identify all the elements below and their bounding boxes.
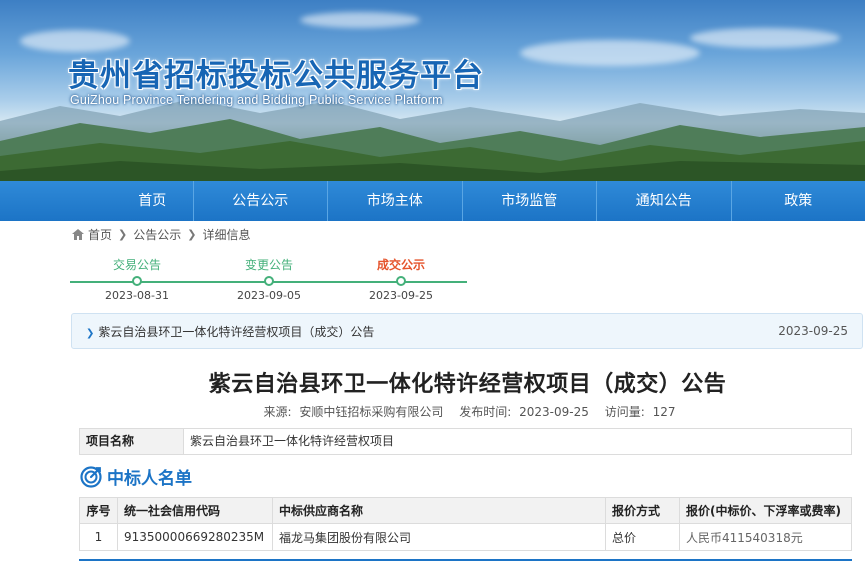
timeline-step-date: 2023-09-05 — [237, 289, 301, 302]
breadcrumb: 首页 ❯ 公告公示 ❯ 详细信息 — [72, 226, 250, 243]
nav-item-notices[interactable]: 通知公告 — [597, 181, 731, 221]
views-label: 访问量: — [604, 405, 645, 419]
nav-item-market-entities[interactable]: 市场主体 — [328, 181, 462, 221]
table-row: 1 91350000669280235M 福龙马集团股份有限公司 总价 人民币4… — [79, 523, 852, 551]
chevron-right-icon: ❯ — [187, 228, 197, 241]
timeline-dot — [396, 276, 406, 286]
breadcrumb-current: 详细信息 — [202, 228, 251, 242]
section-divider — [79, 559, 852, 561]
project-name-value: 紫云自治县环卫一体化特许经营权项目 — [190, 434, 395, 448]
notice-bar: ❯ 紫云自治县环卫一体化特许经营权项目（成交）公告 2023-09-25 — [71, 313, 863, 349]
site-title: 贵州省招标投标公共服务平台 — [68, 58, 484, 94]
target-icon — [80, 465, 102, 488]
col-header-credit-code: 统一社会信用代码 — [117, 497, 273, 524]
timeline-step-change[interactable]: 变更公告 2023-09-05 — [209, 256, 329, 302]
notice-text: 紫云自治县环卫一体化特许经营权项目（成交）公告 — [98, 325, 375, 339]
cell-credit-code: 91350000669280235M — [117, 523, 273, 551]
project-info-table: 项目名称 紫云自治县环卫一体化特许经营权项目 — [79, 428, 852, 455]
nav-item-announcements[interactable]: 公告公示 — [193, 181, 327, 221]
source-value: 安顺中钰招标采购有限公司 — [299, 405, 444, 419]
col-header-price: 报价(中标价、下浮率或费率) — [679, 497, 852, 524]
cell-supplier: 福龙马集团股份有限公司 — [272, 523, 606, 551]
notice-date: 2023-09-25 — [778, 324, 848, 338]
timeline-step-label: 交易公告 — [112, 258, 161, 272]
doc-meta: 来源: 安顺中钰招标采购有限公司 发布时间: 2023-09-25 访问量: 1… — [0, 403, 865, 420]
timeline-dot — [132, 276, 142, 286]
cell-quote-type: 总价 — [605, 523, 680, 551]
col-header-index: 序号 — [79, 497, 118, 524]
timeline-step-tender[interactable]: 交易公告 2023-08-31 — [77, 256, 197, 302]
winner-table: 序号 统一社会信用代码 中标供应商名称 报价方式 报价(中标价、下浮率或费率) … — [79, 497, 852, 551]
process-timeline: 交易公告 2023-08-31 变更公告 2023-09-05 成交公示 202… — [70, 256, 467, 306]
views-count: 127 — [652, 405, 676, 419]
project-name-label: 项目名称 — [80, 429, 184, 454]
nav-item-market-supervision[interactable]: 市场监管 — [462, 181, 596, 221]
timeline-step-label: 成交公示 — [376, 258, 425, 272]
source-label: 来源: — [263, 405, 292, 419]
timeline-step-date: 2023-09-25 — [369, 289, 433, 302]
chevron-right-icon: ❯ — [118, 228, 128, 241]
breadcrumb-home[interactable]: 首页 — [88, 226, 112, 243]
nav-item-policies[interactable]: 政策 — [731, 181, 865, 221]
notice-link[interactable]: ❯ 紫云自治县环卫一体化特许经营权项目（成交）公告 — [86, 323, 374, 340]
timeline-step-date: 2023-08-31 — [105, 289, 169, 302]
cell-price: 人民币411540318元 — [679, 523, 852, 551]
section-title: 中标人名单 — [107, 469, 192, 489]
site-subtitle: GuiZhou Province Tendering and Bidding P… — [70, 93, 443, 107]
timeline-step-deal[interactable]: 成交公示 2023-09-25 — [341, 256, 461, 302]
col-header-quote-type: 报价方式 — [605, 497, 680, 524]
col-header-supplier: 中标供应商名称 — [272, 497, 606, 524]
table-header-row: 序号 统一社会信用代码 中标供应商名称 报价方式 报价(中标价、下浮率或费率) — [79, 497, 852, 524]
page-title: 紫云自治县环卫一体化特许经营权项目（成交）公告 — [208, 372, 727, 397]
home-icon — [72, 229, 84, 240]
chevron-right-icon: ❯ — [86, 328, 95, 339]
header-banner: 贵州省招标投标公共服务平台 GuiZhou Province Tendering… — [0, 0, 865, 181]
publish-label: 发布时间: — [459, 405, 512, 419]
breadcrumb-announcements[interactable]: 公告公示 — [133, 226, 181, 243]
winner-section-header: 中标人名单 — [80, 464, 192, 489]
nav-item-home[interactable]: 首页 — [112, 181, 193, 221]
cell-index: 1 — [79, 523, 118, 551]
main-nav: 首页 公告公示 市场主体 市场监管 通知公告 政策 — [0, 181, 865, 221]
publish-time: 2023-09-25 — [519, 405, 589, 419]
timeline-dot — [264, 276, 274, 286]
timeline-step-label: 变更公告 — [244, 258, 293, 272]
